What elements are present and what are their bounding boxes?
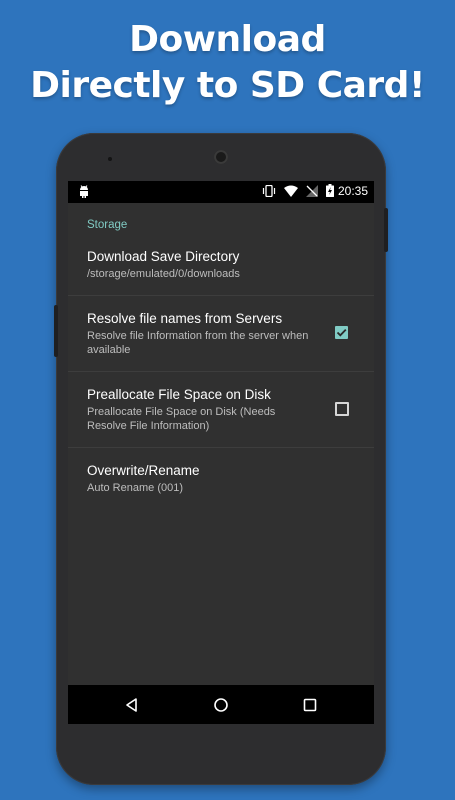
- pref-summary: Auto Rename (001): [87, 482, 183, 494]
- pref-download-save-directory[interactable]: Download Save Directory /storage/emulate…: [68, 241, 374, 293]
- front-sensor: [108, 157, 112, 161]
- home-icon[interactable]: [211, 695, 231, 715]
- no-signal-icon: [306, 184, 318, 197]
- pref-summary: /storage/emulated/0/downloads: [87, 268, 240, 280]
- divider: [68, 447, 374, 448]
- pref-title: Preallocate File Space on Disk: [87, 387, 271, 402]
- pref-resolve-file-names[interactable]: Resolve file names from Servers Resolve …: [68, 303, 374, 363]
- status-time: 20:35: [337, 184, 368, 198]
- pref-summary: Resolve file Information from the server…: [87, 330, 309, 356]
- android-icon: [80, 185, 88, 198]
- front-camera: [214, 150, 228, 164]
- vibrate-icon: [262, 184, 276, 197]
- status-bar: 20:35: [68, 181, 374, 203]
- pref-title: Overwrite/Rename: [87, 463, 200, 478]
- status-icons: [262, 184, 334, 197]
- pref-title: Download Save Directory: [87, 249, 240, 264]
- promo-headline-line2: Directly to SD Card!: [30, 65, 425, 106]
- divider: [68, 295, 374, 296]
- checkmark-icon: [336, 328, 347, 337]
- resolve-file-names-checkbox[interactable]: [335, 326, 348, 339]
- divider: [68, 371, 374, 372]
- volume-button: [54, 305, 58, 357]
- navigation-bar: [68, 685, 374, 724]
- wifi-icon: [284, 185, 298, 197]
- pref-preallocate-file-space[interactable]: Preallocate File Space on Disk Prealloca…: [68, 379, 374, 439]
- recents-icon[interactable]: [300, 695, 320, 715]
- power-button: [384, 208, 388, 252]
- pref-summary: Preallocate File Space on Disk (Needs Re…: [87, 406, 276, 432]
- pref-overwrite-rename[interactable]: Overwrite/Rename Auto Rename (001): [68, 455, 374, 507]
- promo-headline-line1: Download: [129, 19, 326, 60]
- back-icon[interactable]: [122, 695, 142, 715]
- battery-charging-icon: [326, 184, 334, 197]
- pref-title: Resolve file names from Servers: [87, 311, 283, 326]
- phone-screen: 20:35 Storage Download Save Directory /s…: [68, 181, 374, 724]
- section-header-storage: Storage: [87, 219, 128, 231]
- preallocate-file-space-checkbox[interactable]: [335, 402, 349, 416]
